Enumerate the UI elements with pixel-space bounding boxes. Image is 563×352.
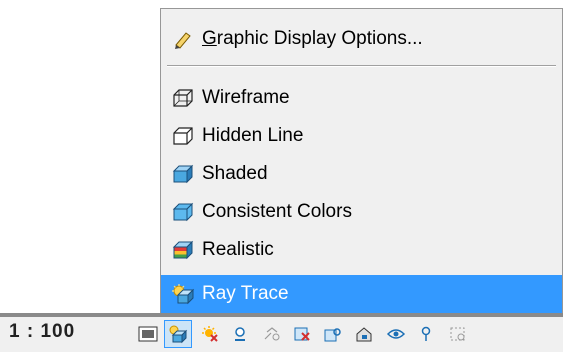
visual-style-menu: Graphic Display Options... Wireframe Hid… — [160, 8, 563, 313]
menu-item-label: Consistent Colors — [202, 201, 352, 222]
detail-level-icon[interactable] — [134, 320, 162, 348]
menu-item-shaded[interactable]: Shaded — [161, 155, 562, 193]
ray-trace-icon — [170, 283, 196, 305]
menu-item-graphic-display-options[interactable]: Graphic Display Options... — [161, 20, 562, 58]
menu-item-label: Ray Trace — [202, 283, 289, 304]
menu-item-wireframe[interactable]: Wireframe — [161, 79, 562, 117]
menu-separator — [167, 65, 556, 67]
menu-item-label: Shaded — [202, 163, 268, 184]
hidden-line-cube-icon — [170, 125, 196, 147]
shadows-icon[interactable] — [226, 320, 254, 348]
view-control-bar: 1 : 100 — [0, 313, 563, 352]
sun-path-icon[interactable] — [196, 320, 224, 348]
show-crop-region-icon[interactable] — [318, 320, 346, 348]
wireframe-cube-icon — [170, 87, 196, 109]
menu-item-label: Wireframe — [202, 87, 290, 108]
realistic-cube-icon — [170, 239, 196, 261]
menu-item-label: Graphic Display Options... — [202, 28, 423, 49]
menu-item-ray-trace[interactable]: Ray Trace — [161, 275, 562, 313]
menu-item-label: Hidden Line — [202, 125, 304, 146]
view-scale[interactable]: 1 : 100 — [9, 321, 75, 343]
shaded-cube-icon — [170, 163, 196, 185]
analytical-model-icon[interactable] — [444, 320, 472, 348]
consistent-colors-cube-icon — [170, 201, 196, 223]
reveal-hidden-elements-icon[interactable] — [412, 320, 440, 348]
menu-item-label: Realistic — [202, 239, 274, 260]
pencil-icon — [170, 28, 196, 50]
menu-item-realistic[interactable]: Realistic — [161, 231, 562, 269]
menu-item-hidden-line[interactable]: Hidden Line — [161, 117, 562, 155]
temporary-hide-isolate-icon[interactable] — [382, 320, 410, 348]
visual-style-icon[interactable] — [164, 320, 192, 348]
menu-item-consistent-colors[interactable]: Consistent Colors — [161, 193, 562, 231]
unlock-3d-view-icon[interactable] — [350, 320, 378, 348]
rendering-dialog-icon[interactable] — [258, 320, 286, 348]
crop-view-icon[interactable] — [288, 320, 316, 348]
